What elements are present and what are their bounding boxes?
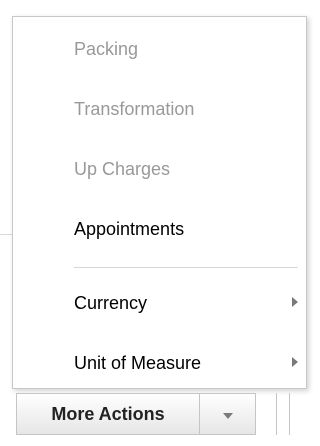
more-actions-toolbar: More Actions (16, 393, 256, 435)
chevron-right-icon (292, 297, 298, 307)
chevron-right-icon (292, 357, 298, 367)
more-actions-dropdown-button[interactable] (199, 394, 255, 434)
menu-separator (74, 267, 298, 268)
menu-item-label: Appointments (74, 218, 185, 239)
background-divider (0, 234, 12, 235)
toolbar-divider (289, 393, 290, 435)
menu-item-label: Packing (74, 38, 139, 59)
menu-item-label: Up Charges (74, 158, 171, 179)
menu-item-unit-of-measure[interactable]: Unit of Measure (13, 333, 306, 393)
menu-item-transformation: Transformation (13, 79, 306, 139)
menu-item-currency[interactable]: Currency (13, 273, 306, 333)
menu-item-label: Transformation (74, 98, 195, 119)
toolbar-divider (276, 393, 277, 435)
chevron-down-icon (222, 413, 233, 419)
menu-item-appointments[interactable]: Appointments (13, 199, 306, 259)
menu-item-packing: Packing (13, 19, 306, 79)
menu-item-label: Unit of Measure (74, 352, 202, 373)
more-actions-button[interactable]: More Actions (17, 394, 199, 434)
more-actions-menu: Packing Transformation Up Charges Appoin… (12, 16, 307, 389)
menu-item-label: Currency (74, 292, 148, 313)
menu-item-up-charges: Up Charges (13, 139, 306, 199)
more-actions-label: More Actions (51, 403, 165, 424)
